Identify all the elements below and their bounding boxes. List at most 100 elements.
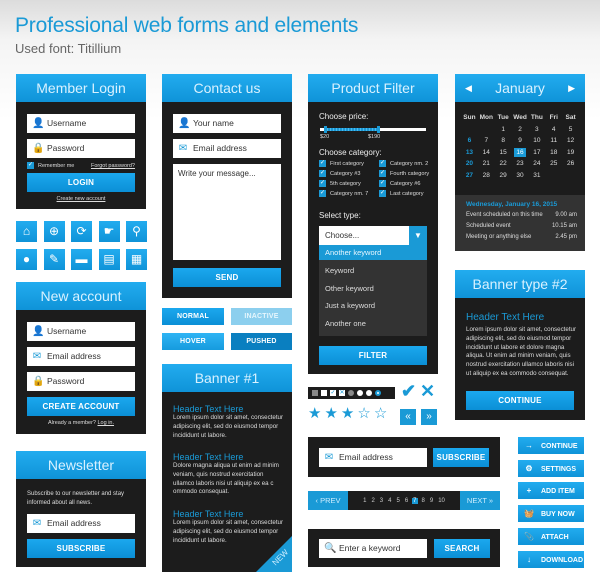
checkbox[interactable]: ✓ <box>319 190 326 197</box>
checkbox[interactable]: ✓ <box>319 170 326 177</box>
newsletter-subscribe-button[interactable]: SUBSCRIBE <box>27 539 135 558</box>
settings-button[interactable]: ⚙ SETTINGS <box>518 459 584 477</box>
calendar-day[interactable]: 2 <box>512 124 529 136</box>
subscribe-email-field[interactable]: ✉ Email address <box>319 448 427 467</box>
category-checkbox[interactable]: ✓ Category #6 <box>379 180 420 187</box>
calendar-day[interactable]: 16 <box>512 147 529 159</box>
category-checkbox[interactable]: ✓ Last category <box>379 190 424 197</box>
calendar-day[interactable]: 26 <box>562 158 579 170</box>
remember-me[interactable]: ✓ Remember me <box>27 162 74 169</box>
page-number[interactable]: 8 <box>421 498 426 504</box>
pencil-button[interactable]: ✎ <box>43 249 65 270</box>
calendar-day[interactable]: 7 <box>478 135 495 147</box>
dropdown-option[interactable]: Another one <box>319 315 427 333</box>
message-textarea[interactable]: Write your message... <box>173 164 281 260</box>
checkbox[interactable]: ✓ <box>379 180 386 187</box>
event-item[interactable]: Scheduled event 10.15 am <box>466 221 577 232</box>
bar-subscribe-button[interactable]: SUBSCRIBE <box>433 448 489 467</box>
calendar-day[interactable]: 9 <box>512 135 529 147</box>
calendar-button[interactable]: ▦ <box>126 249 147 270</box>
page-number[interactable]: 10 <box>437 498 446 504</box>
calendar-day[interactable]: 28 <box>478 170 495 182</box>
star-full-icon[interactable]: ★ <box>341 406 354 421</box>
attach-file-button[interactable]: 📎ATTACH FILE <box>518 527 584 558</box>
clipboard-button[interactable]: ▤ <box>98 249 120 270</box>
refresh-button[interactable]: ⟳ <box>71 221 92 242</box>
new-email-field[interactable]: ✉ Email address <box>27 347 135 366</box>
calendar-day[interactable]: 19 <box>562 147 579 159</box>
price-slider-min-handle[interactable] <box>324 126 328 133</box>
checkbox-unchecked[interactable] <box>321 390 327 396</box>
calendar-day[interactable]: 21 <box>478 158 495 170</box>
dropdown-option[interactable]: Keyword <box>319 262 427 280</box>
filter-button[interactable]: FILTER <box>319 346 427 365</box>
checkbox-crossed[interactable]: ✕ <box>339 390 345 396</box>
calendar-day[interactable]: 31 <box>528 170 545 182</box>
checkbox[interactable]: ✓ <box>319 180 326 187</box>
price-slider-max-handle[interactable] <box>377 126 381 133</box>
dropdown-option[interactable]: Just a keyword <box>319 297 427 315</box>
calendar-day[interactable]: 29 <box>495 170 512 182</box>
folder-button[interactable]: ▬ <box>71 249 92 270</box>
event-item[interactable]: Meeting or anything else 2.45 pm <box>466 232 577 243</box>
checkbox[interactable]: ✓ <box>379 170 386 177</box>
dropdown-option[interactable]: Another keyword <box>319 245 427 260</box>
search-button[interactable]: SEARCH <box>434 539 490 558</box>
globe-button[interactable]: ⊕ <box>43 221 65 242</box>
event-item[interactable]: Event scheduled on this time 9.00 am <box>466 210 577 221</box>
star-empty-icon[interactable]: ☆ <box>374 406 387 421</box>
calendar-day[interactable]: 27 <box>461 170 478 182</box>
star-full-icon[interactable]: ★ <box>324 406 337 421</box>
star-half-icon[interactable]: ☆ <box>357 406 371 421</box>
forgot-password-link[interactable]: Forgot password? <box>91 163 135 169</box>
contact-name-field[interactable]: 👤 Your name <box>173 114 281 133</box>
contact-email-field[interactable]: ✉ Email address <box>173 139 281 158</box>
calendar-day[interactable]: 23 <box>512 158 529 170</box>
login-button[interactable]: LOGIN <box>27 173 135 192</box>
speech-bubble-button[interactable]: ● <box>16 249 37 270</box>
calendar-day[interactable]: 20 <box>461 158 478 170</box>
newsletter-email-field[interactable]: ✉ Email address <box>27 514 135 533</box>
create-account-link[interactable]: Create new account <box>16 196 146 202</box>
calendar-day[interactable]: 24 <box>528 158 545 170</box>
calendar-day[interactable]: 8 <box>495 135 512 147</box>
checkbox-checked[interactable]: ✓ <box>330 390 336 396</box>
prev-page-button[interactable]: « <box>400 409 416 425</box>
calendar-day[interactable]: 14 <box>478 147 495 159</box>
new-password-field[interactable]: 🔒 Password <box>27 372 135 391</box>
calendar-day[interactable]: 17 <box>528 147 545 159</box>
checkbox[interactable]: ✓ <box>379 190 386 197</box>
chevron-down-icon[interactable]: ▼ <box>409 226 427 245</box>
checkbox[interactable]: ✓ <box>379 160 386 167</box>
checkbox[interactable]: ✓ <box>319 160 326 167</box>
next-page-button[interactable]: » <box>421 409 437 425</box>
calendar-day[interactable]: 18 <box>545 147 562 159</box>
radio-on[interactable] <box>375 390 381 396</box>
calendar-day[interactable]: 10 <box>528 135 545 147</box>
prev-month-icon[interactable]: ◀ <box>465 74 472 102</box>
page-number[interactable]: 2 <box>370 498 375 504</box>
pagination-next[interactable]: NEXT » <box>460 491 500 510</box>
category-checkbox[interactable]: ✓ First category <box>319 160 364 167</box>
next-month-icon[interactable]: ▶ <box>568 74 575 102</box>
page-current[interactable]: 7 <box>412 497 418 504</box>
new-username-field[interactable]: 👤 Username <box>27 322 135 341</box>
pagination-prev[interactable]: ‹ PREV <box>308 491 348 510</box>
category-checkbox[interactable]: ✓ Fourth category <box>379 170 429 177</box>
category-checkbox[interactable]: ✓ Category nm. 7 <box>319 190 368 197</box>
calendar-day[interactable]: 13 <box>461 147 478 159</box>
search-input[interactable]: 🔍 Enter a keyword <box>319 539 427 558</box>
calendar-day[interactable]: 11 <box>545 135 562 147</box>
username-field[interactable]: 👤 Username <box>27 114 135 133</box>
checkbox-unchecked-dark[interactable] <box>312 390 318 396</box>
calendar-day[interactable]: 4 <box>545 124 562 136</box>
download-button[interactable]: ↓ DOWNLOAD <box>518 550 584 568</box>
page-number[interactable]: 1 <box>362 498 367 504</box>
send-button[interactable]: SEND <box>173 268 281 287</box>
radio-off-dark[interactable] <box>348 390 354 396</box>
calendar-day[interactable]: 22 <box>495 158 512 170</box>
calendar-day[interactable]: 6 <box>461 135 478 147</box>
category-checkbox[interactable]: ✓ Category #3 <box>319 170 360 177</box>
calendar-day[interactable]: 25 <box>545 158 562 170</box>
radio-off[interactable] <box>357 390 363 396</box>
